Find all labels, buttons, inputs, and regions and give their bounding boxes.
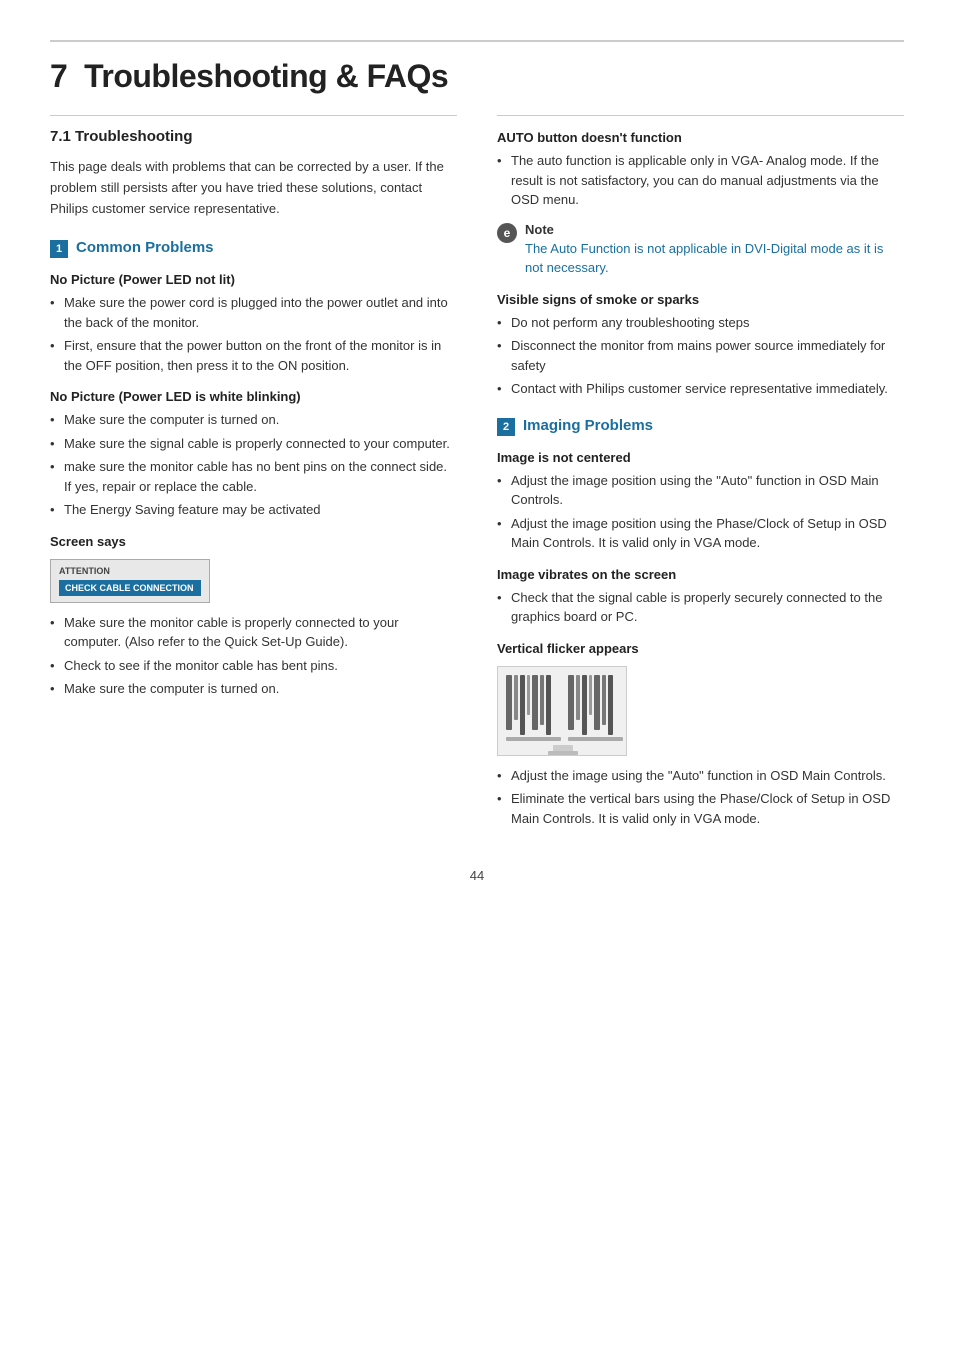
imaging-problems-badge: 2 <box>497 418 515 436</box>
screen-says-list: Make sure the monitor cable is properly … <box>50 613 457 699</box>
list-item: The Energy Saving feature may be activat… <box>50 500 457 520</box>
list-item: Eliminate the vertical bars using the Ph… <box>497 789 904 828</box>
smoke-sparks-list: Do not perform any troubleshooting steps… <box>497 313 904 399</box>
list-item: Disconnect the monitor from mains power … <box>497 336 904 375</box>
note-content: Note The Auto Function is not applicable… <box>525 222 904 278</box>
no-picture-lit-list: Make sure the power cord is plugged into… <box>50 293 457 375</box>
chapter-number: 7 <box>50 58 67 94</box>
list-item: Adjust the image position using the Phas… <box>497 514 904 553</box>
chapter-title-text: Troubleshooting & FAQs <box>84 58 448 94</box>
imaging-problems-label: Imaging Problems <box>523 417 653 434</box>
subsection-no-picture-lit: No Picture (Power LED not lit) <box>50 272 457 287</box>
screen-display-box: ATTENTION CHECK CABLE CONNECTION <box>50 559 210 603</box>
common-problems-label: Common Problems <box>76 239 214 256</box>
auto-button-list: The auto function is applicable only in … <box>497 151 904 210</box>
smoke-sparks-title: Visible signs of smoke or sparks <box>497 292 904 307</box>
section-rule-1 <box>50 115 457 116</box>
page-number: 44 <box>50 868 904 883</box>
image-vibrates-list: Check that the signal cable is properly … <box>497 588 904 627</box>
list-item: Make sure the power cord is plugged into… <box>50 293 457 332</box>
list-item: The auto function is applicable only in … <box>497 151 904 210</box>
vertical-flicker-title: Vertical flicker appears <box>497 641 904 656</box>
vertical-flicker-image <box>497 666 627 756</box>
list-item: Adjust the image using the "Auto" functi… <box>497 766 904 786</box>
list-item: Contact with Philips customer service re… <box>497 379 904 399</box>
chapter-title: 7 Troubleshooting & FAQs <box>50 58 904 95</box>
image-not-centered-title: Image is not centered <box>497 450 904 465</box>
list-item: Make sure the computer is turned on. <box>50 679 457 699</box>
intro-text: This page deals with problems that can b… <box>50 157 457 219</box>
list-item: Make sure the computer is turned on. <box>50 410 457 430</box>
imaging-problems-section: 2 Imaging Problems <box>497 417 904 436</box>
note-box: e Note The Auto Function is not applicab… <box>497 222 904 278</box>
list-item: Check that the signal cable is properly … <box>497 588 904 627</box>
list-item: First, ensure that the power button on t… <box>50 336 457 375</box>
screen-attention: ATTENTION <box>59 566 201 576</box>
list-item: make sure the monitor cable has no bent … <box>50 457 457 496</box>
right-column: AUTO button doesn't function The auto fu… <box>497 115 904 838</box>
list-item: Check to see if the monitor cable has be… <box>50 656 457 676</box>
note-text: The Auto Function is not applicable in D… <box>525 239 904 278</box>
no-picture-blinking-list: Make sure the computer is turned on. Mak… <box>50 410 457 520</box>
auto-button-title: AUTO button doesn't function <box>497 130 904 145</box>
screen-message: CHECK CABLE CONNECTION <box>59 580 201 596</box>
section-rule-right <box>497 115 904 116</box>
note-label: Note <box>525 222 904 237</box>
subsection-no-picture-blinking: No Picture (Power LED is white blinking) <box>50 389 457 404</box>
top-rule <box>50 40 904 42</box>
common-problems-badge: 1 <box>50 240 68 258</box>
list-item: Do not perform any troubleshooting steps <box>497 313 904 333</box>
common-problems-section: 1 Common Problems <box>50 239 457 258</box>
list-item: Make sure the monitor cable is properly … <box>50 613 457 652</box>
note-icon: e <box>497 223 517 243</box>
left-column: 7.1 Troubleshooting This page deals with… <box>50 115 457 838</box>
image-not-centered-list: Adjust the image position using the "Aut… <box>497 471 904 553</box>
image-vibrates-title: Image vibrates on the screen <box>497 567 904 582</box>
section-1-heading: 7.1 Troubleshooting <box>50 128 457 145</box>
list-item: Adjust the image position using the "Aut… <box>497 471 904 510</box>
vertical-flicker-list: Adjust the image using the "Auto" functi… <box>497 766 904 829</box>
subsection-screen-says: Screen says <box>50 534 457 549</box>
list-item: Make sure the signal cable is properly c… <box>50 434 457 454</box>
